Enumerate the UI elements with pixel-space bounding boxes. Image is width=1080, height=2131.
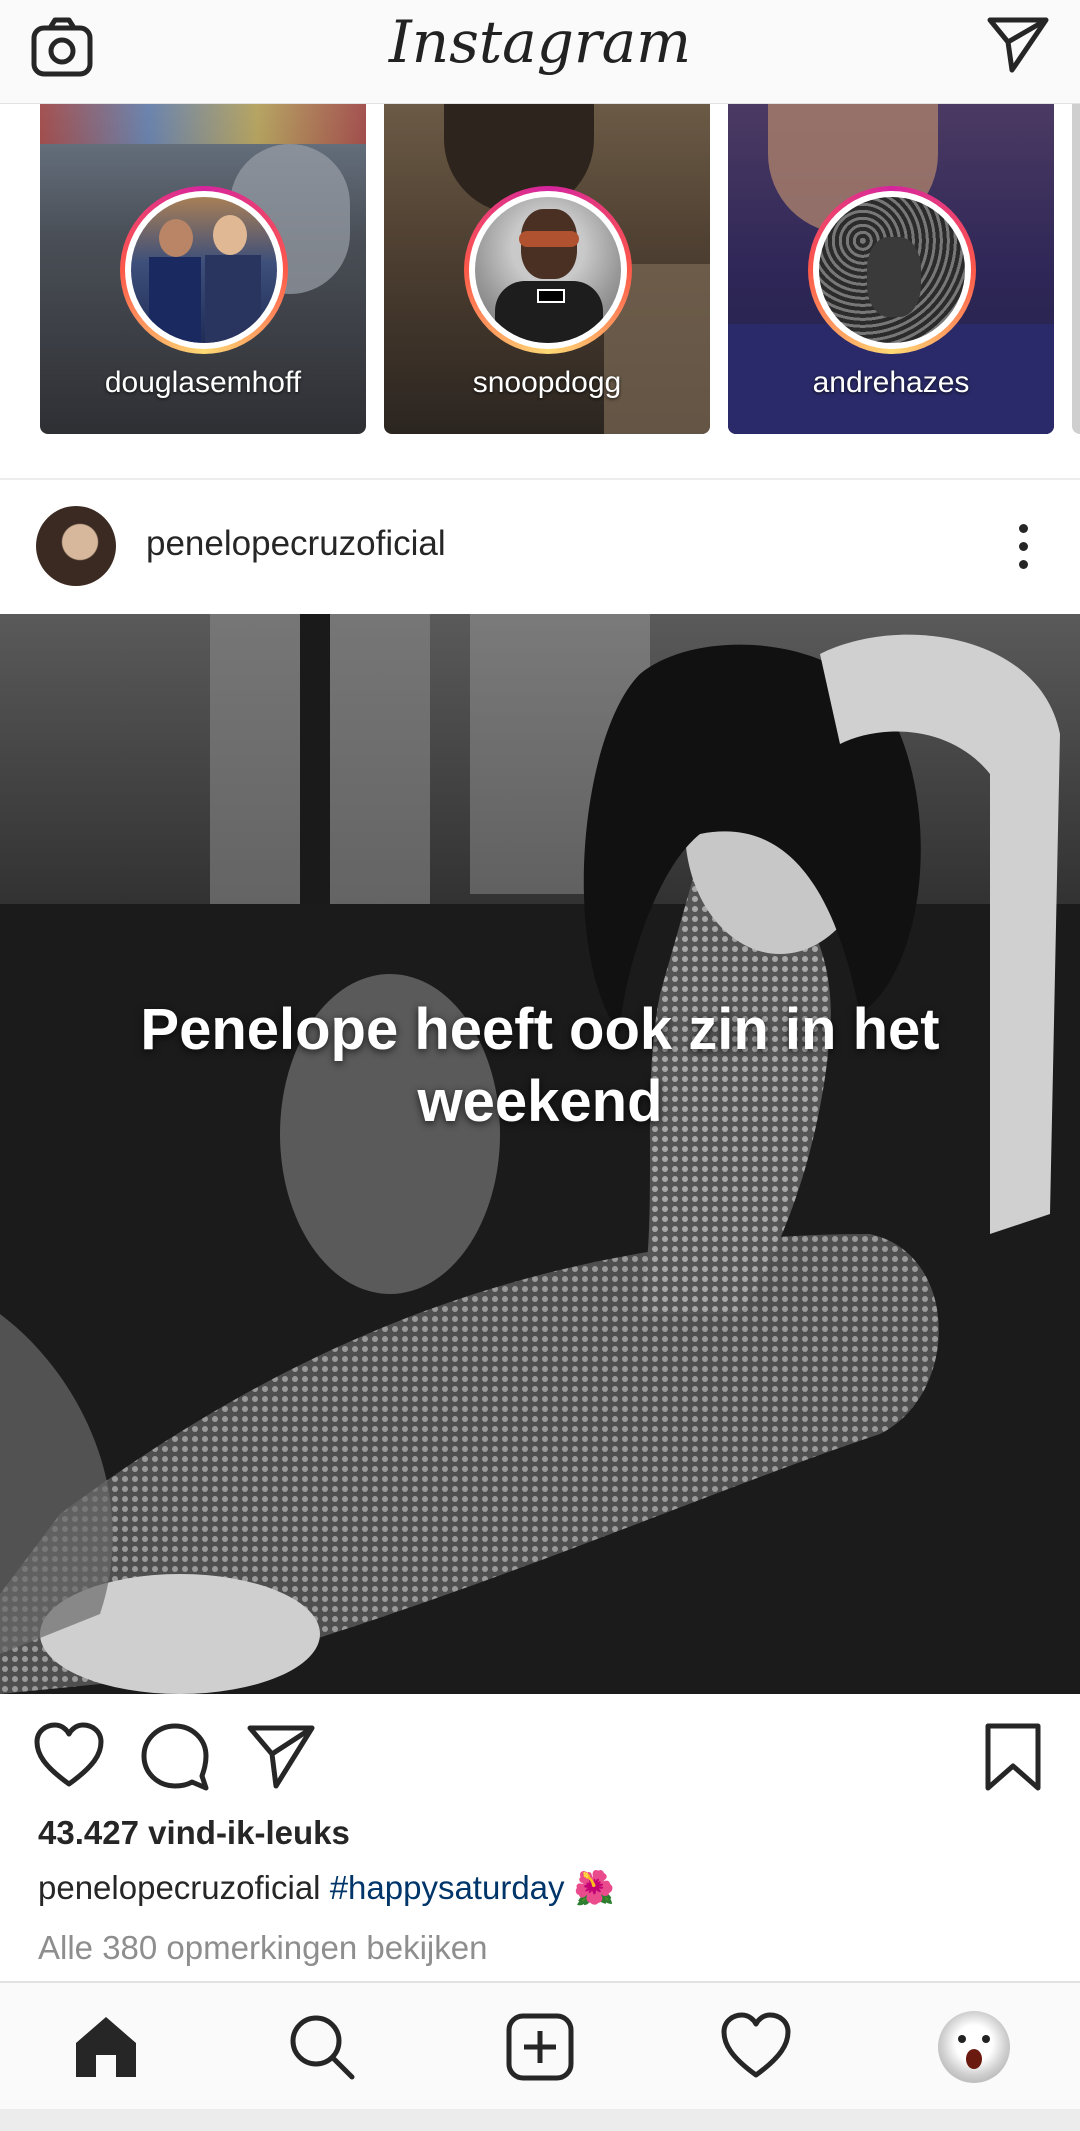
avatar	[819, 197, 965, 343]
avatar	[131, 197, 277, 343]
share-icon[interactable]	[246, 1722, 316, 1792]
post-caption: penelopecruzoficial #happysaturday 🌺	[38, 1869, 615, 1908]
post-header: penelopecruzoficial	[0, 478, 1080, 614]
profile-avatar[interactable]	[938, 2011, 1010, 2083]
heart-icon[interactable]	[34, 1722, 104, 1792]
story-card[interactable]: andrehazes	[728, 104, 1054, 434]
paper-plane-icon[interactable]	[986, 14, 1050, 74]
post-image[interactable]: Penelope heeft ook zin in het weekend	[0, 614, 1080, 1694]
caption-hashtag[interactable]: #happysaturday	[330, 1869, 565, 1906]
likes-count[interactable]: 43.427 vind-ik-leuks	[38, 1814, 350, 1852]
story-username: snoopdogg	[472, 366, 622, 399]
story-card[interactable]: snoopdogg	[384, 104, 710, 434]
story-card[interactable]	[1072, 104, 1080, 434]
comment-icon[interactable]	[140, 1722, 210, 1792]
top-bar: Instagram	[0, 0, 1080, 104]
bottom-nav	[0, 1981, 1080, 2109]
home-icon[interactable]	[70, 2011, 142, 2083]
caption-emoji: 🌺	[573, 1869, 615, 1906]
bookmark-icon[interactable]	[978, 1722, 1048, 1792]
activity-heart-icon[interactable]	[720, 2011, 792, 2083]
avatar[interactable]	[36, 506, 116, 586]
system-bar	[0, 2109, 1080, 2131]
story-card[interactable]: douglasemhoff	[40, 104, 366, 434]
instagram-logo: Instagram	[388, 8, 692, 76]
view-comments-link[interactable]: Alle 380 opmerkingen bekijken	[38, 1929, 487, 1967]
search-icon[interactable]	[286, 2011, 358, 2083]
avatar	[475, 197, 621, 343]
post-username[interactable]: penelopecruzoficial	[146, 524, 446, 564]
post-action-bar	[0, 1694, 1080, 1814]
post-overlay-text: Penelope heeft ook zin in het weekend	[140, 997, 940, 1134]
new-post-icon[interactable]	[504, 2011, 576, 2083]
more-options-icon[interactable]	[1018, 524, 1030, 569]
caption-username[interactable]: penelopecruzoficial	[38, 1869, 321, 1906]
story-username: douglasemhoff	[104, 366, 302, 399]
stories-tray: douglasemhoff snoopdogg andrehazes	[0, 104, 1080, 480]
post-photo-illustration	[0, 614, 1080, 1694]
story-username: andrehazes	[812, 366, 970, 399]
